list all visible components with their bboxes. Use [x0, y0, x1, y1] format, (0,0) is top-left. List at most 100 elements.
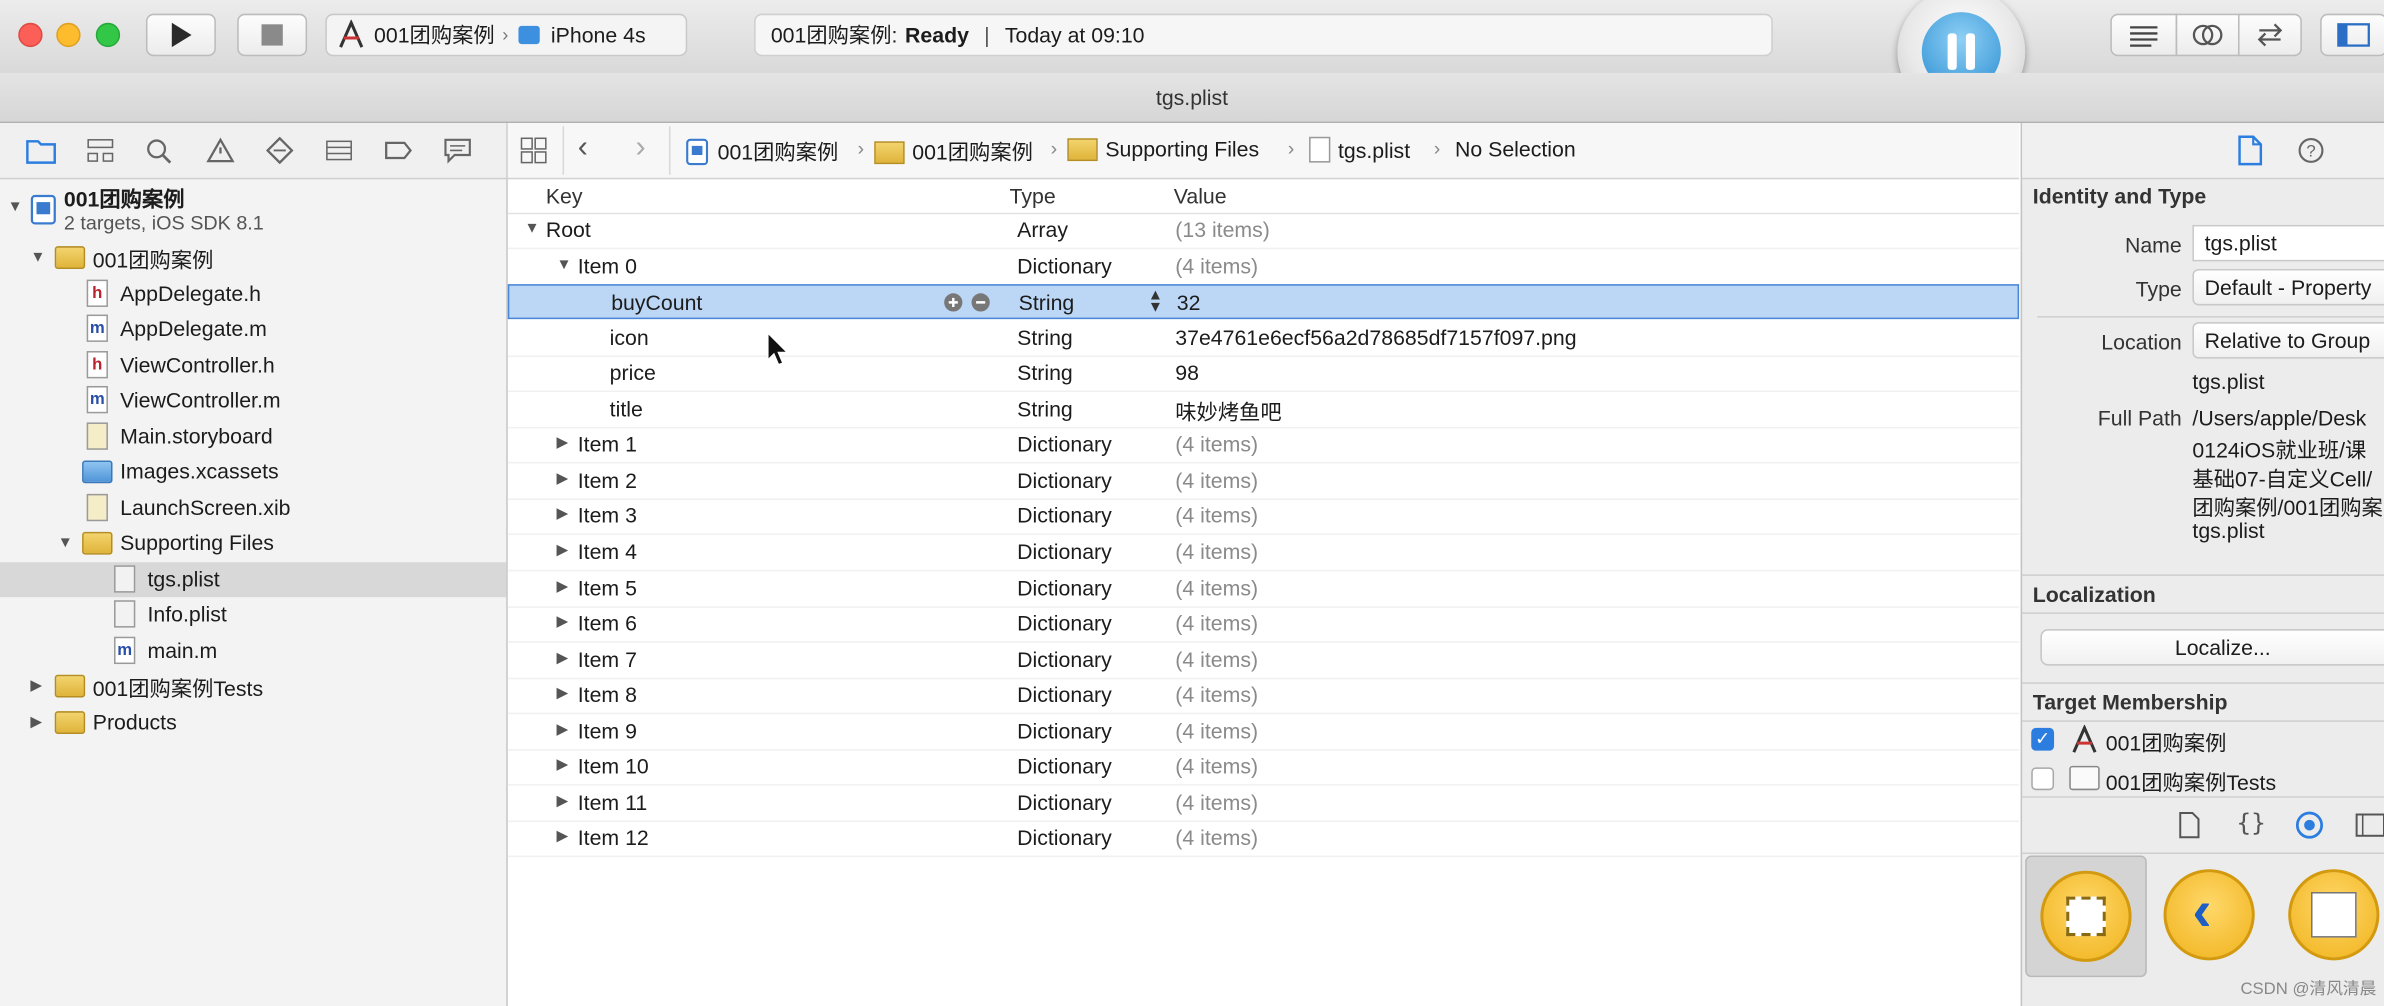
plist-value[interactable]: 32 [1177, 290, 1201, 314]
symbol-navigator-tab[interactable] [84, 135, 117, 165]
disclosure-closed-icon[interactable]: ▶ [30, 714, 42, 731]
test-navigator-tab[interactable] [263, 135, 296, 165]
plist-row[interactable]: title String 味妙烤鱼吧 [507, 392, 2020, 429]
disclosure-closed-icon[interactable]: ▶ [556, 650, 568, 667]
breadcrumb-file[interactable]: tgs.plist [1309, 136, 1410, 163]
file-tree-item[interactable]: m AppDelegate.m [0, 312, 506, 347]
help-icon[interactable]: ? [2297, 137, 2324, 164]
file-type-select[interactable]: Default - Property [2192, 268, 2384, 306]
localize-button[interactable]: Localize... [2040, 629, 2384, 666]
plist-row[interactable]: ▶ Item 5 Dictionary (4 items) [507, 571, 2020, 608]
navigator-toggle-button[interactable] [2320, 13, 2384, 57]
value-column-header[interactable]: Value [1174, 184, 1227, 208]
plist-row[interactable]: ▶ Item 1 Dictionary (4 items) [507, 427, 2020, 464]
plist-value[interactable]: 98 [1175, 360, 1199, 384]
disclosure-closed-icon[interactable]: ▶ [30, 678, 42, 695]
object-library-icon[interactable] [2294, 810, 2324, 840]
plist-row[interactable]: ▼ Item 0 Dictionary (4 items) [507, 249, 2020, 285]
key-column-header[interactable]: Key [546, 184, 583, 208]
plist-key[interactable]: buyCount [611, 290, 702, 314]
target-checkbox-tests[interactable] [2031, 767, 2055, 791]
file-tree-item[interactable]: m main.m [0, 634, 506, 669]
plist-row[interactable]: icon String 37e4761e6ecf56a2d78685df7157f0… [507, 320, 2020, 357]
debug-navigator-tab[interactable] [322, 135, 355, 165]
file-tree-item[interactable]: ▶ Products [0, 705, 506, 740]
file-template-icon[interactable] [2177, 811, 2201, 839]
issue-navigator-tab[interactable] [204, 135, 237, 165]
minimize-window-button[interactable] [56, 22, 81, 48]
assistant-editor-button[interactable] [2175, 13, 2240, 57]
find-navigator-tab[interactable] [143, 135, 176, 165]
plist-row[interactable]: ▶ Item 8 Dictionary (4 items) [507, 678, 2020, 715]
library-item-navigation[interactable]: ‹ [2150, 856, 2269, 975]
plist-row[interactable]: ▶ Item 12 Dictionary (4 items) [507, 821, 2020, 858]
breakpoint-navigator-tab[interactable] [382, 135, 415, 165]
plist-row[interactable]: buyCount ▲ ▼ String 32 [507, 284, 2020, 320]
code-snippet-icon[interactable]: {} [2237, 808, 2266, 837]
target-checkbox-app[interactable]: ✓ [2031, 727, 2055, 751]
name-field[interactable]: tgs.plist [2192, 224, 2384, 262]
report-navigator-tab[interactable] [441, 135, 474, 165]
file-tree-item[interactable]: Info.plist [0, 597, 506, 632]
project-navigator-tab[interactable] [24, 135, 57, 165]
remove-item-icon[interactable] [970, 292, 991, 318]
library-item-table[interactable] [2275, 856, 2384, 975]
disclosure-closed-icon[interactable]: ▶ [556, 721, 568, 738]
disclosure-closed-icon[interactable]: ▶ [556, 578, 568, 595]
plist-row[interactable]: ▶ Item 3 Dictionary (4 items) [507, 499, 2020, 536]
type-stepper-icon[interactable]: ▲ ▼ [1148, 288, 1163, 315]
plist-row[interactable]: ▶ Item 7 Dictionary (4 items) [507, 642, 2020, 679]
disclosure-closed-icon[interactable]: ▶ [556, 542, 568, 559]
plist-row[interactable]: ▶ Item 10 Dictionary (4 items) [507, 750, 2020, 787]
file-tree-item[interactable]: ▼ Supporting Files [0, 526, 506, 561]
disclosure-open-icon[interactable]: ▼ [30, 249, 45, 266]
standard-editor-button[interactable] [2110, 13, 2178, 57]
file-tree-item[interactable]: h AppDelegate.h [0, 277, 506, 312]
disclosure-open-icon[interactable]: ▼ [58, 535, 73, 552]
disclosure-closed-icon[interactable]: ▶ [556, 507, 568, 524]
disclosure-closed-icon[interactable]: ▶ [556, 471, 568, 488]
disclosure-closed-icon[interactable]: ▶ [556, 686, 568, 703]
plist-row[interactable]: ▶ Item 11 Dictionary (4 items) [507, 785, 2020, 822]
plist-row[interactable]: ▶ Item 2 Dictionary (4 items) [507, 463, 2020, 500]
file-inspector-tab-icon[interactable] [2237, 135, 2264, 166]
back-arrow-icon[interactable]: ‹ [578, 131, 588, 166]
disclosure-closed-icon[interactable]: ▶ [556, 435, 568, 452]
library-item-view[interactable] [2025, 855, 2147, 978]
run-button[interactable] [145, 13, 216, 57]
stop-button[interactable] [237, 13, 308, 57]
disclosure-closed-icon[interactable]: ▶ [556, 614, 568, 631]
location-select[interactable]: Relative to Group [2192, 322, 2384, 359]
plist-row[interactable]: ▶ Item 9 Dictionary (4 items) [507, 714, 2020, 751]
type-column-header[interactable]: Type [1010, 184, 1056, 208]
disclosure-closed-icon[interactable]: ▶ [556, 757, 568, 774]
plist-row[interactable]: ▶ Item 6 Dictionary (4 items) [507, 606, 2020, 643]
file-tree-item[interactable]: tgs.plist [0, 562, 507, 598]
plist-row[interactable]: ▶ Item 4 Dictionary (4 items) [507, 535, 2020, 572]
plist-row[interactable]: ▼ Root Array (13 items) [507, 213, 2020, 250]
version-editor-button[interactable] [2238, 13, 2302, 57]
breadcrumb-selection[interactable]: No Selection [1455, 137, 1576, 161]
disclosure-closed-icon[interactable]: ▶ [556, 829, 568, 846]
disclosure-closed-icon[interactable]: ▶ [556, 793, 568, 810]
plist-value[interactable]: 37e4761e6ecf56a2d78685df7157f097.png [1175, 325, 1576, 349]
file-tree-item[interactable]: LaunchScreen.xib [0, 491, 506, 526]
related-items-icon[interactable] [520, 137, 547, 164]
file-tree-item[interactable]: ▼ 001团购案例 [0, 240, 506, 275]
scheme-selector[interactable]: 001团购案例 › iPhone 4s [325, 13, 688, 57]
file-tree-item[interactable]: Main.storyboard [0, 419, 506, 454]
project-root-row[interactable]: ▼ 001团购案例 2 targets, iOS SDK 8.1 [0, 181, 506, 239]
plist-value[interactable]: 味妙烤鱼吧 [1175, 396, 1281, 426]
file-tree-item[interactable]: m ViewController.m [0, 383, 506, 418]
add-item-icon[interactable] [943, 292, 964, 318]
zoom-window-button[interactable] [95, 22, 121, 48]
close-window-button[interactable] [18, 22, 43, 48]
disclosure-open-icon[interactable]: ▼ [525, 220, 540, 237]
media-library-icon[interactable] [2355, 811, 2384, 838]
forward-arrow-icon[interactable]: › [636, 131, 646, 166]
breadcrumb-group[interactable]: 001团购案例 [874, 137, 1033, 167]
disclosure-open-icon[interactable]: ▼ [556, 256, 571, 273]
file-tree-item[interactable]: ▶ 001团购案例Tests [0, 669, 506, 704]
breadcrumb-supporting-files[interactable]: Supporting Files [1067, 137, 1259, 161]
plist-row[interactable]: price String 98 [507, 356, 2020, 393]
